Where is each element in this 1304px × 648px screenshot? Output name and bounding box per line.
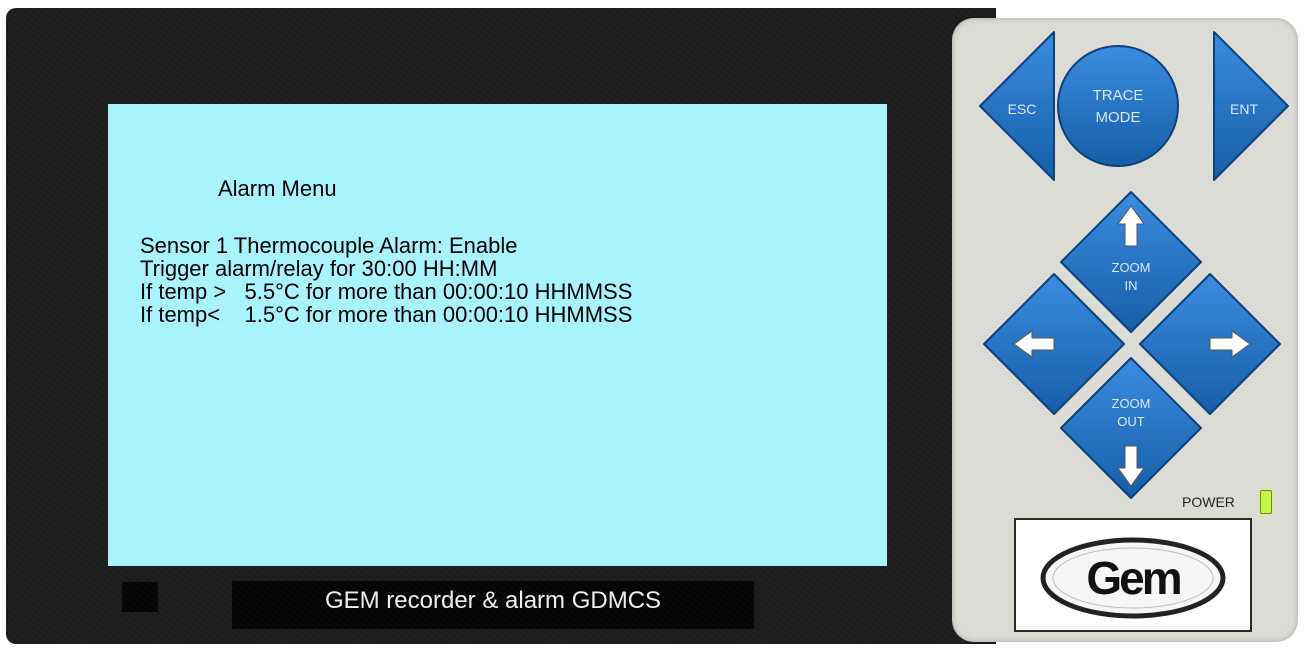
status-indicator	[122, 582, 158, 612]
power-label: POWER	[1182, 494, 1235, 510]
ent-button[interactable]: ENT	[1213, 31, 1289, 181]
gem-logo: Gem	[1014, 518, 1252, 632]
trace-mode-label-line2: MODE	[1096, 109, 1141, 126]
esc-label: ESC	[1008, 101, 1037, 117]
zoom-out-label-line1: ZOOM	[1112, 396, 1151, 411]
menu-line-trigger-duration: Trigger alarm/relay for 30:00 HH:MM	[140, 256, 498, 281]
gem-recorder-device: Alarm Menu Sensor 1 Thermocouple Alarm: …	[0, 0, 1304, 648]
gem-logo-mark: Gem	[1040, 537, 1226, 619]
display-bezel: Alarm Menu Sensor 1 Thermocouple Alarm: …	[6, 8, 996, 644]
menu-line-low-threshold: If temp< 1.5°C for more than 00:00:10 HH…	[140, 302, 633, 327]
menu-line-high-threshold: If temp > 5.5°C for more than 00:00:10 H…	[140, 279, 633, 304]
power-led-icon	[1260, 490, 1272, 514]
trace-mode-button[interactable]: TRACE MODE	[1057, 45, 1179, 167]
zoom-in-label-line1: ZOOM	[1112, 260, 1151, 275]
keypad-panel: ESC TRACE MODE ENT ZOOM IN ZOOM OUT POWE…	[952, 18, 1298, 642]
zoom-out-label-line2: OUT	[1117, 414, 1145, 429]
zoom-in-label-line2: IN	[1125, 278, 1138, 293]
svg-text:Gem: Gem	[1086, 552, 1180, 604]
menu-title: Alarm Menu	[218, 176, 337, 201]
ent-label: ENT	[1230, 101, 1258, 117]
menu-line-alarm-status: Sensor 1 Thermocouple Alarm: Enable	[140, 233, 518, 258]
lcd-screen: Alarm Menu Sensor 1 Thermocouple Alarm: …	[108, 104, 887, 566]
esc-button[interactable]: ESC	[979, 31, 1055, 181]
menu-content: Sensor 1 Thermocouple Alarm: Enable Trig…	[140, 234, 632, 326]
device-model-label: GEM recorder & alarm GDMCS	[232, 581, 754, 629]
trace-mode-label-line1: TRACE	[1093, 87, 1144, 104]
